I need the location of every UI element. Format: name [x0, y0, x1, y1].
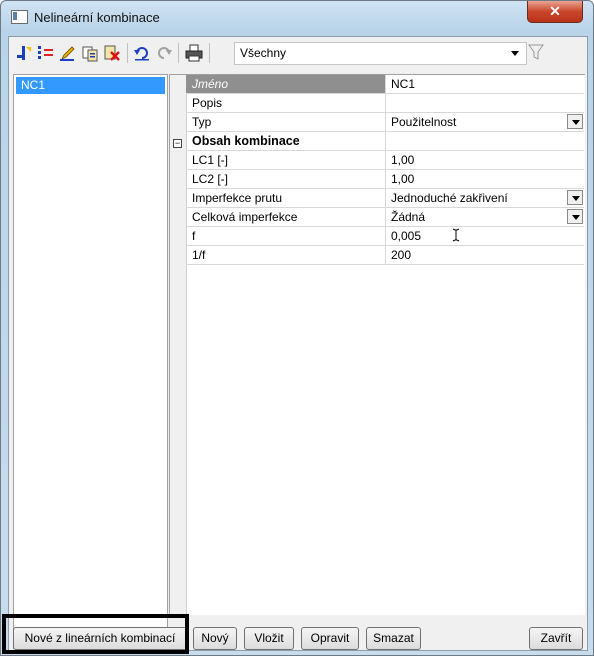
chevron-down-icon [511, 51, 519, 56]
edit-button[interactable]: Opravit [301, 627, 359, 650]
toolbar-separator [127, 43, 128, 63]
property-row-description[interactable]: Popis [186, 94, 584, 113]
property-value-field[interactable]: 1,00 [386, 170, 584, 188]
window-icon [11, 10, 28, 24]
property-value-select[interactable]: Jednoduché zakřivení [386, 189, 584, 207]
property-value-text: Použitelnost [391, 115, 457, 129]
dropdown-button[interactable] [567, 190, 583, 205]
text-cursor-icon [452, 228, 460, 242]
property-row-member-imperfection[interactable]: Imperfekce prutu Jednoduché zakřivení [186, 189, 584, 208]
property-row-name[interactable]: Jméno NC1 [186, 75, 584, 94]
close-button[interactable]: Zavřít [529, 627, 583, 650]
dropdown-button[interactable] [567, 114, 583, 129]
property-value-select[interactable]: Použitelnost [386, 113, 584, 131]
window-title: Nelineární kombinace [34, 10, 160, 25]
property-label: Popis [186, 94, 386, 112]
dialog-window: Nelineární kombinace ✕ Všechny NC1 − Jmé… [0, 0, 594, 656]
property-label: Imperfekce prutu [186, 189, 386, 207]
property-value-text: Žádná [391, 210, 426, 224]
property-row-global-imperfection[interactable]: Celková imperfekce Žádná [186, 208, 584, 227]
combination-list[interactable]: NC1 [13, 74, 168, 649]
collapse-icon[interactable]: − [173, 139, 182, 148]
list-item[interactable]: NC1 [16, 77, 165, 94]
insert-button[interactable]: Vložit [244, 627, 294, 650]
dropdown-button[interactable] [567, 209, 583, 224]
filter-icon[interactable] [528, 43, 544, 61]
property-row-type[interactable]: Typ Použitelnost [186, 113, 584, 132]
property-value-field[interactable]: 1,00 [386, 151, 584, 169]
property-label: Celková imperfekce [186, 208, 386, 226]
property-row-f[interactable]: f 0,005 [186, 227, 584, 246]
toolbar: Všechny [9, 37, 587, 69]
group-label: Obsah kombinace [186, 132, 386, 150]
filter-select[interactable]: Všechny [234, 42, 527, 65]
delete-icon[interactable] [103, 44, 121, 62]
grid-margin [170, 75, 187, 614]
property-label: LC1 [-] [186, 151, 386, 169]
close-window-button[interactable]: ✕ [527, 1, 583, 23]
undo-icon[interactable] [133, 44, 151, 62]
new-button[interactable]: Nový [193, 627, 237, 650]
property-label: f [186, 227, 386, 245]
group-value [386, 132, 584, 150]
property-value-field[interactable] [386, 94, 584, 112]
filter-value: Všechny [240, 46, 287, 60]
property-row-lc2[interactable]: LC2 [-] 1,00 [186, 170, 584, 189]
delete-button[interactable]: Smazat [366, 627, 421, 650]
property-label: LC2 [-] [186, 170, 386, 188]
title-bar[interactable]: Nelineární kombinace ✕ [1, 1, 593, 35]
new-combination-icon[interactable] [15, 44, 33, 62]
copy-icon[interactable] [81, 44, 99, 62]
dialog-client: Všechny NC1 − Jméno NC1 Popis Typ Použit… [8, 36, 588, 651]
toolbar-separator [178, 43, 179, 63]
property-group-content[interactable]: Obsah kombinace [186, 132, 584, 151]
property-label: Jméno [186, 75, 386, 93]
property-label: Typ [186, 113, 386, 131]
property-value-field[interactable]: 0,005 [386, 227, 584, 245]
property-value-text: Jednoduché zakřivení [391, 191, 508, 205]
property-value-select[interactable]: Žádná [386, 208, 584, 226]
property-grid: − Jméno NC1 Popis Typ Použitelnost Obsah… [169, 74, 585, 615]
property-value-field[interactable]: 200 [386, 246, 584, 264]
property-value-field[interactable]: NC1 [386, 75, 584, 93]
property-label: 1/f [186, 246, 386, 264]
generate-icon[interactable] [37, 44, 55, 62]
print-icon[interactable] [185, 44, 203, 62]
highlight-frame [2, 614, 189, 654]
property-row-lc1[interactable]: LC1 [-] 1,00 [186, 151, 584, 170]
property-row-1-over-f[interactable]: 1/f 200 [186, 246, 584, 265]
toolbar-separator [209, 43, 210, 63]
redo-icon[interactable] [155, 44, 173, 62]
edit-icon[interactable] [59, 44, 77, 62]
